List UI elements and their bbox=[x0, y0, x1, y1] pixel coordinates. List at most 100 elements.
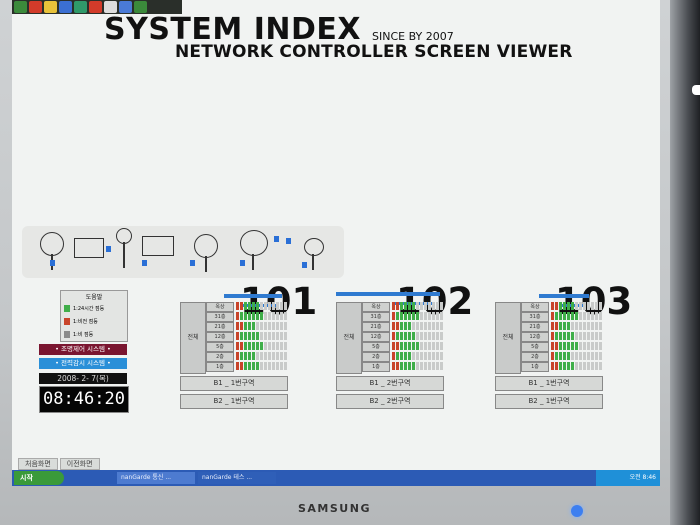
lamp-cell[interactable] bbox=[280, 342, 283, 350]
lamp-cell[interactable] bbox=[567, 302, 570, 310]
app-icon[interactable] bbox=[44, 1, 57, 13]
lamp-cell[interactable] bbox=[575, 302, 578, 310]
lamp-cell[interactable] bbox=[400, 302, 403, 310]
lamp-cell[interactable] bbox=[252, 362, 255, 370]
lamp-cell[interactable] bbox=[244, 342, 247, 350]
lamp-cell[interactable] bbox=[404, 332, 407, 340]
lamp-cell[interactable] bbox=[579, 322, 582, 330]
lamp-cell[interactable] bbox=[408, 312, 411, 320]
lamp-cell[interactable] bbox=[587, 302, 590, 310]
lamp-cell[interactable] bbox=[408, 332, 411, 340]
lamp-cell[interactable] bbox=[248, 312, 251, 320]
lamp-cell[interactable] bbox=[408, 362, 411, 370]
lamp-cell[interactable] bbox=[400, 352, 403, 360]
lamp-cell[interactable] bbox=[559, 362, 562, 370]
lamp-cell[interactable] bbox=[408, 322, 411, 330]
lamp-cell[interactable] bbox=[575, 352, 578, 360]
lamp-cell[interactable] bbox=[272, 342, 275, 350]
app-icon[interactable] bbox=[29, 1, 42, 13]
floor-button[interactable]: 5층 bbox=[521, 342, 549, 352]
lamp-cell[interactable] bbox=[599, 332, 602, 340]
lamp-cell[interactable] bbox=[551, 322, 554, 330]
taskbar-item[interactable]: nanGarde 테스 ... bbox=[198, 472, 276, 484]
lamp-cell[interactable] bbox=[392, 342, 395, 350]
lamp-cell[interactable] bbox=[432, 302, 435, 310]
lamp-cell[interactable] bbox=[272, 362, 275, 370]
lamp-cell[interactable] bbox=[244, 322, 247, 330]
sensor-marker[interactable] bbox=[240, 260, 245, 266]
lamp-cell[interactable] bbox=[412, 312, 415, 320]
lamp-cell[interactable] bbox=[236, 322, 239, 330]
lamp-cell[interactable] bbox=[428, 302, 431, 310]
lamp-cell[interactable] bbox=[268, 342, 271, 350]
lamp-cell[interactable] bbox=[396, 332, 399, 340]
lamp-cell[interactable] bbox=[412, 322, 415, 330]
tab-home[interactable]: 처음화면 bbox=[18, 458, 58, 470]
lamp-cell[interactable] bbox=[440, 352, 443, 360]
lamp-cell[interactable] bbox=[567, 362, 570, 370]
lamp-cell[interactable] bbox=[571, 362, 574, 370]
lamp-cell[interactable] bbox=[260, 332, 263, 340]
zone-button[interactable]: B1 _ 1번구역 bbox=[495, 376, 603, 391]
lamp-cell[interactable] bbox=[424, 302, 427, 310]
lamp-cell[interactable] bbox=[436, 352, 439, 360]
lamp-cell[interactable] bbox=[248, 332, 251, 340]
lamp-cell[interactable] bbox=[244, 352, 247, 360]
app-icon[interactable] bbox=[14, 1, 27, 13]
lamp-cell[interactable] bbox=[412, 302, 415, 310]
lamp-cell[interactable] bbox=[424, 332, 427, 340]
lamp-cell[interactable] bbox=[416, 302, 419, 310]
lamp-cell[interactable] bbox=[392, 322, 395, 330]
lamp-cell[interactable] bbox=[428, 342, 431, 350]
floor-button[interactable]: 2층 bbox=[521, 352, 549, 362]
zone-button[interactable]: B2 _ 1번구역 bbox=[180, 394, 288, 409]
lamp-cell[interactable] bbox=[567, 322, 570, 330]
lamp-cell[interactable] bbox=[236, 332, 239, 340]
zone-button[interactable]: B2 _ 1번구역 bbox=[495, 394, 603, 409]
start-button[interactable]: 시작 bbox=[14, 471, 64, 485]
lamp-cell[interactable] bbox=[252, 322, 255, 330]
lamp-cell[interactable] bbox=[571, 312, 574, 320]
lamp-cell[interactable] bbox=[248, 322, 251, 330]
lamp-cell[interactable] bbox=[416, 332, 419, 340]
lamp-cell[interactable] bbox=[416, 362, 419, 370]
lamp-cell[interactable] bbox=[579, 332, 582, 340]
app-icon[interactable] bbox=[59, 1, 72, 13]
lamp-cell[interactable] bbox=[408, 302, 411, 310]
lamp-cell[interactable] bbox=[591, 362, 594, 370]
lamp-cell[interactable] bbox=[404, 302, 407, 310]
lamp-cell[interactable] bbox=[248, 302, 251, 310]
lamp-cell[interactable] bbox=[268, 362, 271, 370]
lamp-cell[interactable] bbox=[280, 332, 283, 340]
lamp-cell[interactable] bbox=[276, 322, 279, 330]
lamp-cell[interactable] bbox=[571, 332, 574, 340]
lamp-cell[interactable] bbox=[412, 352, 415, 360]
lamp-cell[interactable] bbox=[252, 312, 255, 320]
lamp-cell[interactable] bbox=[412, 342, 415, 350]
lamp-cell[interactable] bbox=[240, 362, 243, 370]
lamp-cell[interactable] bbox=[587, 342, 590, 350]
lamp-cell[interactable] bbox=[416, 352, 419, 360]
lamp-cell[interactable] bbox=[244, 312, 247, 320]
lamp-cell[interactable] bbox=[276, 332, 279, 340]
floor-button[interactable]: 2층 bbox=[206, 352, 234, 362]
lamp-cell[interactable] bbox=[252, 352, 255, 360]
lamp-cell[interactable] bbox=[575, 312, 578, 320]
lamp-cell[interactable] bbox=[575, 322, 578, 330]
floor-button[interactable]: 31층 bbox=[362, 312, 390, 322]
floor-button[interactable]: 31층 bbox=[206, 312, 234, 322]
lamp-cell[interactable] bbox=[260, 322, 263, 330]
lamp-cell[interactable] bbox=[559, 302, 562, 310]
lamp-cell[interactable] bbox=[420, 362, 423, 370]
lamp-cell[interactable] bbox=[424, 362, 427, 370]
lamp-cell[interactable] bbox=[563, 312, 566, 320]
lamp-cell[interactable] bbox=[551, 312, 554, 320]
lamp-cell[interactable] bbox=[240, 322, 243, 330]
lamp-cell[interactable] bbox=[416, 342, 419, 350]
lamp-cell[interactable] bbox=[244, 302, 247, 310]
lamp-cell[interactable] bbox=[583, 322, 586, 330]
lamp-cell[interactable] bbox=[591, 332, 594, 340]
lamp-cell[interactable] bbox=[276, 312, 279, 320]
lamp-cell[interactable] bbox=[432, 332, 435, 340]
floor-button[interactable]: 12층 bbox=[521, 332, 549, 342]
